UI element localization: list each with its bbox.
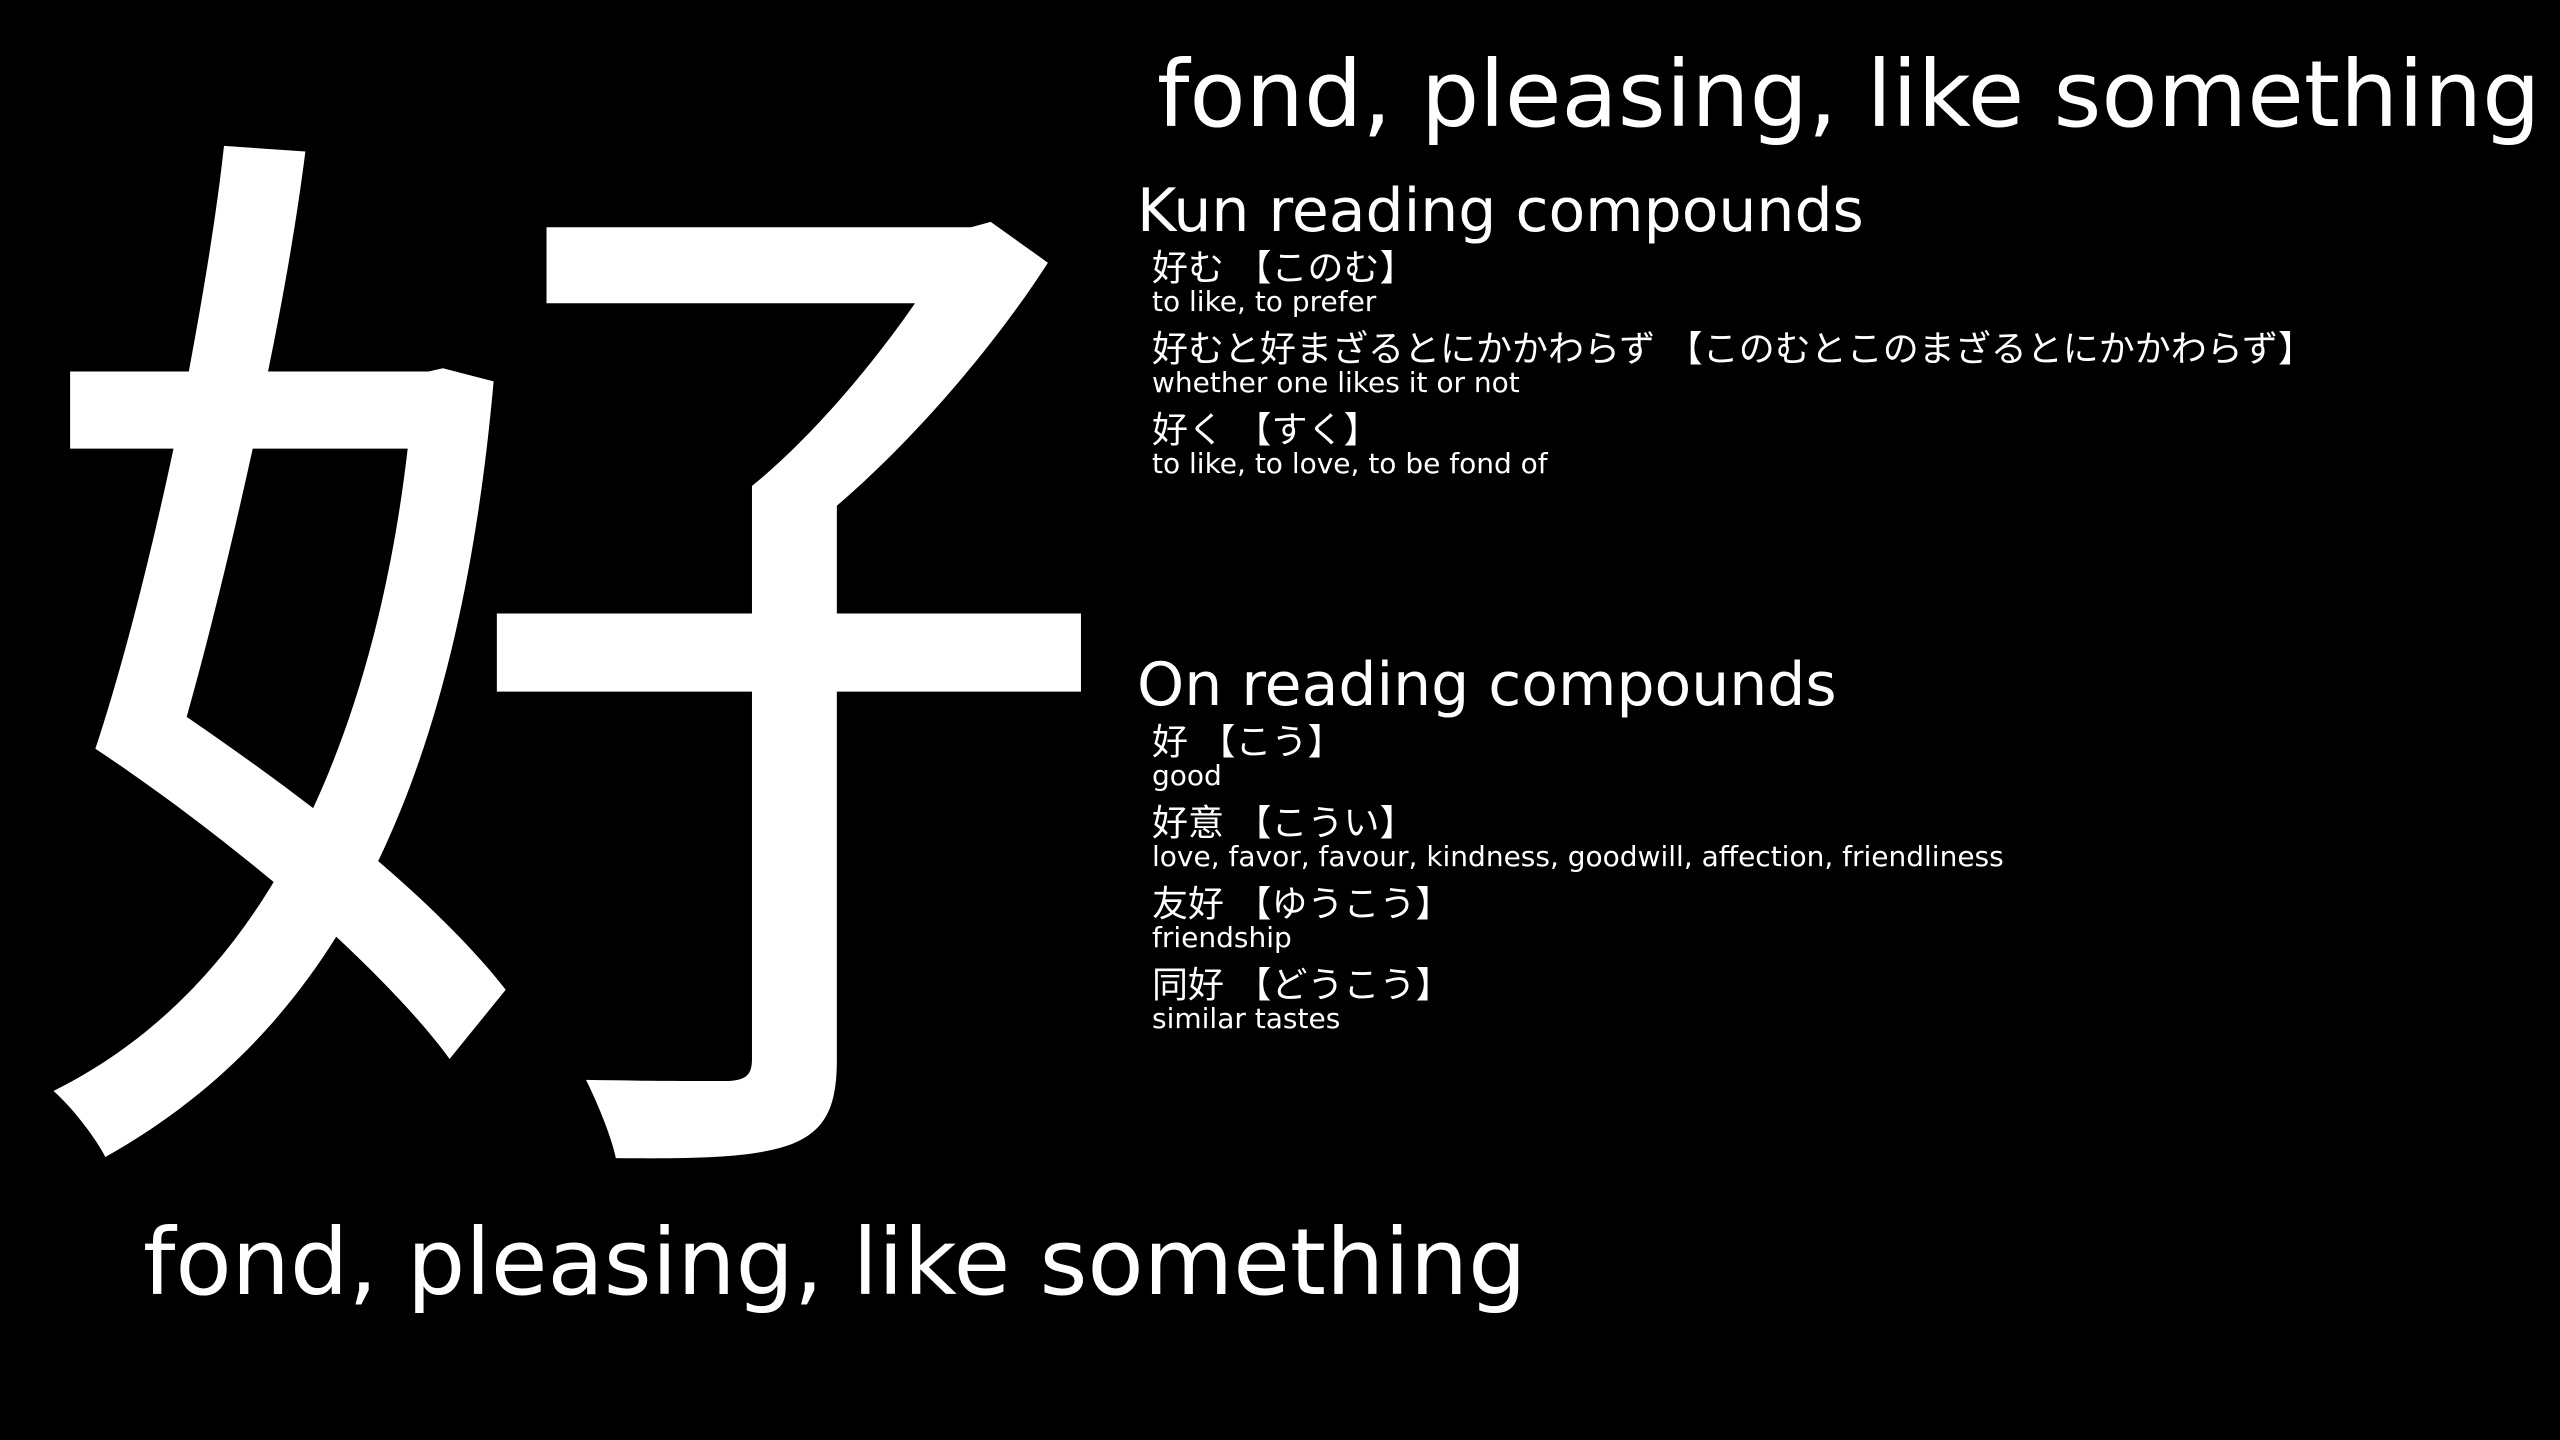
on-compound: 好 【こう】 good xyxy=(1152,722,2004,803)
compound-word: 同好 【どうこう】 xyxy=(1152,965,1452,1006)
compound-word: 好く 【すく】 xyxy=(1152,410,1380,451)
kun-compound: 好く 【すく】 to like, to love, to be fond of xyxy=(1152,410,2314,491)
meaning-caption-bottom: fond, pleasing, like something xyxy=(143,1209,1527,1316)
on-compound: 友好 【ゆうこう】 friendship xyxy=(1152,884,2004,965)
meaning-heading-top: fond, pleasing, like something xyxy=(1157,41,2541,148)
compound-gloss: to like, to love, to be fond of xyxy=(1152,447,1548,480)
compound-word: 好むと好まざるとにかかわらず 【このむとこのまざるとにかかわらず】 xyxy=(1152,329,2315,370)
kun-compound: 好むと好まざるとにかかわらず 【このむとこのまざるとにかかわらず】 whethe… xyxy=(1152,329,2314,410)
kun-reading-heading: Kun reading compounds xyxy=(1137,176,1864,246)
compound-word: 好意 【こうい】 xyxy=(1152,803,1416,844)
on-compound: 好意 【こうい】 love, favor, favour, kindness, … xyxy=(1152,803,2004,884)
on-compound-list: 好 【こう】 good 好意 【こうい】 love, favor, favour… xyxy=(1152,722,2004,1046)
compound-word: 好 【こう】 xyxy=(1152,722,1344,763)
on-compound: 同好 【どうこう】 similar tastes xyxy=(1152,965,2004,1046)
compound-gloss: friendship xyxy=(1152,921,1292,954)
compound-word: 友好 【ゆうこう】 xyxy=(1152,884,1452,925)
compound-gloss: love, favor, favour, kindness, goodwill,… xyxy=(1152,840,2004,873)
compound-gloss: to like, to prefer xyxy=(1152,285,1377,318)
compound-gloss: good xyxy=(1152,759,1222,792)
compound-gloss: whether one likes it or not xyxy=(1152,366,1520,399)
kun-compound-list: 好む 【このむ】 to like, to prefer 好むと好まざるとにかかわ… xyxy=(1152,248,2314,491)
kun-compound: 好む 【このむ】 to like, to prefer xyxy=(1152,248,2314,329)
compound-word: 好む 【このむ】 xyxy=(1152,248,1416,289)
kanji-character: 好 xyxy=(25,50,1125,1330)
compound-gloss: similar tastes xyxy=(1152,1002,1341,1035)
on-reading-heading: On reading compounds xyxy=(1137,650,1837,720)
